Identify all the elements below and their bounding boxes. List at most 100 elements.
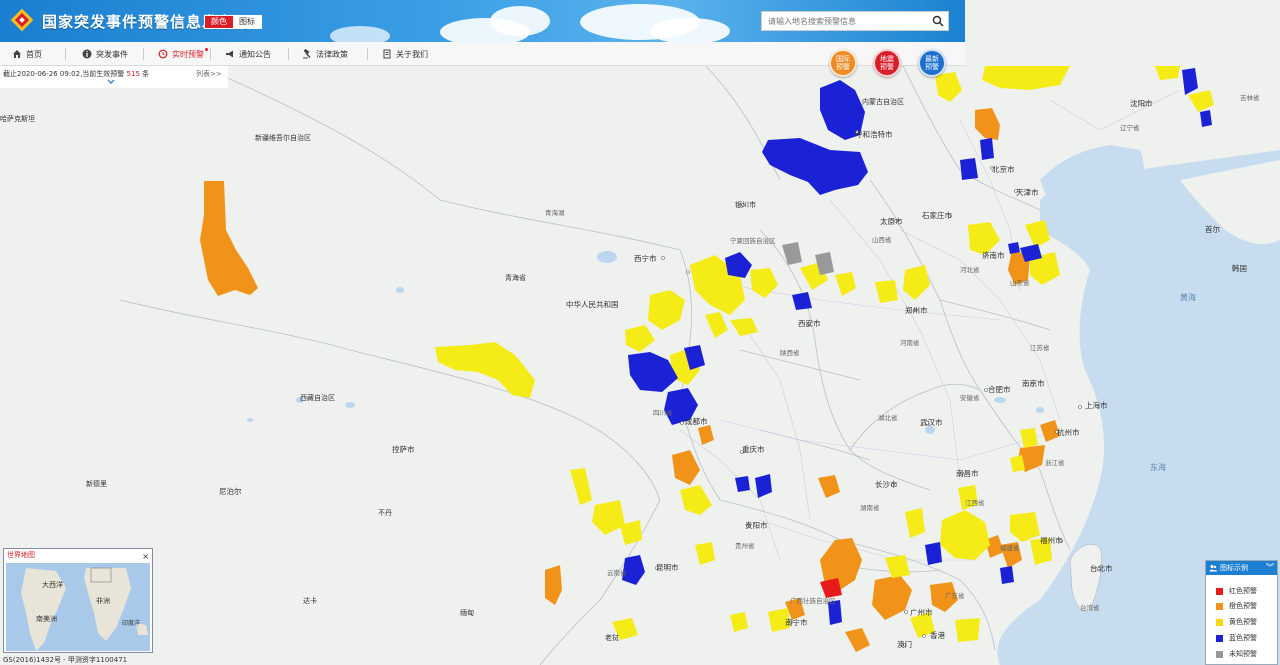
warning-count: 515 [126,70,140,78]
map-label: 吉林省 [1240,93,1260,102]
warning-area-orange[interactable] [545,565,562,605]
overview-label: 南美洲 [36,614,57,623]
warning-area-yellow[interactable] [1155,66,1180,80]
warning-area-yellow[interactable] [1188,90,1214,112]
nav-item-realtime-warnings[interactable]: 实时预警 [158,42,208,66]
warning-area-yellow[interactable] [435,342,535,398]
map-label: 韩国 [1232,263,1247,273]
warning-area-red[interactable] [820,578,842,598]
warning-area-yellow[interactable] [570,468,592,505]
mode-color-button[interactable]: 颜色 [205,16,233,28]
warning-area-orange[interactable] [672,450,700,485]
warning-area-yellow[interactable] [982,66,1070,90]
warning-map[interactable]: 哈萨克斯坦 新疆维吾尔自治区 西藏自治区 青海省 中华人民共和国 拉萨市 西宁市… [0,0,1280,665]
legend-label: 橙色预警 [1229,602,1257,610]
map-label: 黄海 [1180,292,1196,302]
warning-area-yellow[interactable] [625,325,655,352]
warning-area-blue[interactable] [762,138,868,195]
warning-area-blue[interactable] [755,474,772,498]
warning-area-orange[interactable] [975,108,1000,140]
warning-area-blue[interactable] [1000,566,1014,584]
map-copyright: GS(2016)1432号 - 甲测资字1100471 [3,656,128,664]
map-label: 成都市 [685,416,708,426]
map-label: 西宁市 [634,253,657,263]
warning-area-yellow[interactable] [730,612,748,632]
display-mode-toggle[interactable]: 颜色 图标 [204,15,262,29]
mode-icon-button[interactable]: 图标 [233,16,261,28]
warning-area-yellow[interactable] [940,510,990,560]
list-link[interactable]: 列表>> [196,69,222,79]
close-icon[interactable]: × [142,550,149,563]
warning-areas-red[interactable] [820,578,842,598]
earthquake-warning-button[interactable]: 地震预警 [873,49,901,77]
warning-area-blue[interactable] [1182,68,1198,95]
map-label: 东海 [1150,462,1166,472]
map-label: 贵阳市 [745,520,768,530]
warning-area-blue[interactable] [725,252,752,278]
map-label: 济南市 [982,250,1005,260]
map-label: 银川市 [735,200,756,209]
map-label: 澳门 [897,639,912,649]
warning-area-blue[interactable] [1200,110,1212,127]
warning-area-yellow[interactable] [680,485,712,515]
warning-area-blue[interactable] [925,542,942,565]
legend-header[interactable]: 图标示例 ︾ [1206,561,1277,575]
warning-area-yellow[interactable] [730,318,758,336]
warning-area-orange[interactable] [698,425,714,445]
legend-label: 黄色预警 [1229,618,1257,626]
nav-item-home[interactable]: 首页 [12,42,42,66]
map-canvas[interactable]: 哈萨克斯坦 新疆维吾尔自治区 西藏自治区 青海省 中华人民共和国 拉萨市 西宁市… [0,0,1280,665]
map-label: 台北市 [1090,563,1113,573]
international-warning-button[interactable]: 国际预警 [829,49,857,77]
legend-panel: 图标示例 ︾ 红色预警 橙色预警 黄色预警 蓝色预警 未知预警 [1205,560,1278,665]
overview-label: 非洲 [96,596,110,605]
circle-label: 国际预警 [836,55,850,71]
warning-area-yellow[interactable] [905,508,925,538]
warning-area-orange[interactable] [818,475,840,498]
warning-area-blue[interactable] [1008,242,1020,254]
search-input[interactable] [762,12,922,30]
warning-area-yellow[interactable] [955,618,980,642]
latest-warning-button[interactable]: 最新预警 [918,49,946,77]
chevron-down-icon[interactable] [107,79,115,85]
map-label: 呼和浩特市 [855,129,893,139]
warning-area-yellow[interactable] [695,542,715,565]
count-suffix: 条 [142,70,150,78]
warning-area-blue[interactable] [960,158,978,180]
home-icon [13,50,21,58]
nav-label: 突发事件 [96,49,128,59]
warning-area-yellow[interactable] [835,272,856,296]
warning-area-yellow[interactable] [903,265,930,300]
map-label: 山东省 [1010,278,1030,287]
map-label: 河北省 [960,265,980,274]
warning-area-blue[interactable] [735,476,750,492]
warning-area-yellow[interactable] [935,72,962,102]
warning-area-yellow[interactable] [648,290,685,330]
map-label: 拉萨市 [392,444,415,454]
overview-canvas[interactable]: 大西洋 南美洲 非洲 印度洋 [6,563,150,651]
app-root: 哈萨克斯坦 新疆维吾尔自治区 西藏自治区 青海省 中华人民共和国 拉萨市 西宁市… [0,0,1280,665]
map-label: 香港 [930,630,945,640]
warning-area-yellow[interactable] [592,500,625,535]
chevron-down-icon[interactable]: ︾ [1266,561,1274,575]
warning-area-orange[interactable] [200,181,258,296]
nav-item-about[interactable]: 关于我们 [382,42,428,66]
legend-swatch [1216,618,1223,626]
map-label: 老挝 [605,633,619,642]
world-overview-map[interactable]: 世界地图 × 大西洋 南美洲 非洲 印度洋 [3,548,153,653]
map-label: 昆明市 [656,562,679,572]
warning-area-unknown[interactable] [782,242,802,265]
warning-area-blue[interactable] [792,292,812,310]
warning-area-yellow[interactable] [1010,512,1040,542]
warning-area-yellow[interactable] [705,312,728,338]
warning-area-yellow[interactable] [750,268,778,298]
nav-item-emergencies[interactable]: 突发事件 [82,42,128,66]
search-icon[interactable] [932,15,944,27]
warning-area-orange[interactable] [845,628,870,652]
nav-item-notices[interactable]: 通知公告 [225,42,271,66]
warning-area-yellow[interactable] [875,280,898,303]
warning-area-blue[interactable] [980,138,994,160]
nav-item-laws[interactable]: 法律政策 [302,42,348,66]
warning-count-bar: 截止2020-06-26 09:02,当前生效预警 515 条 列表>> [0,66,228,88]
warning-area-yellow[interactable] [1020,428,1038,448]
